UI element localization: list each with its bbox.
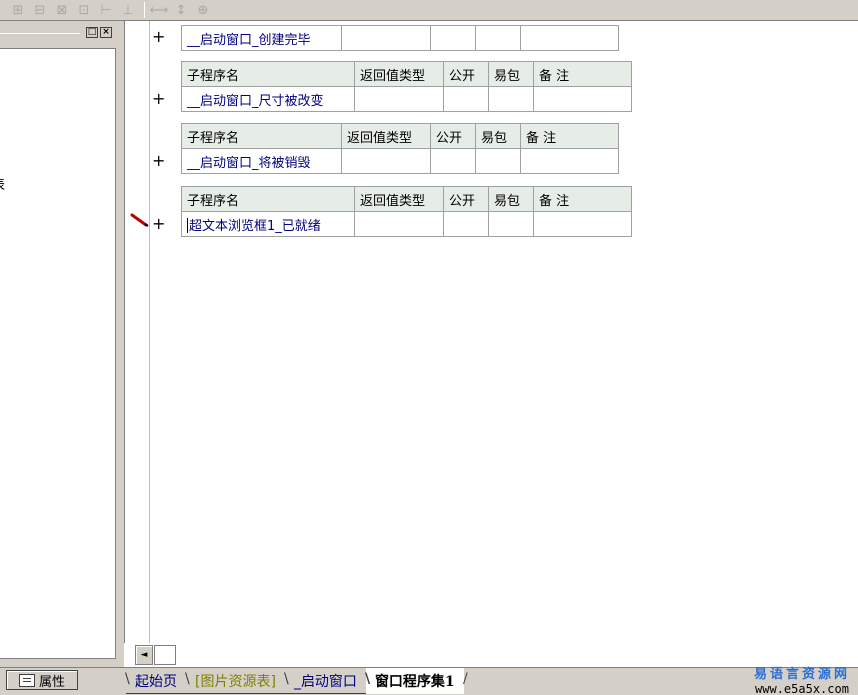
sub-name-text: 超文本浏览框1_已就绪 xyxy=(189,218,321,234)
watermark-name: 易语言资源网 xyxy=(753,667,850,682)
sub-table: 子程序名 返回值类型 公开 易包 备 注 __启动窗口_将被销毁 xyxy=(181,123,619,174)
easy-pack-cell[interactable] xyxy=(488,86,534,112)
equal-height-icon[interactable]: ⊥ xyxy=(118,1,138,19)
expand-plus-icon[interactable]: + xyxy=(152,91,165,107)
tab-startup-window[interactable]: _启动窗口 xyxy=(284,668,366,694)
expand-plus-icon[interactable]: + xyxy=(152,29,165,45)
toolbar: ⊞ ⊟ ⊠ ⊡ ⊢ ⊥ ⟷ ↕ ⊕ xyxy=(0,0,858,21)
equal-width-icon[interactable]: ⊢ xyxy=(96,1,116,19)
align-top-icon[interactable]: ⊠ xyxy=(52,1,72,19)
tab-window-assembly[interactable]: 窗口程序集1 xyxy=(365,668,467,694)
horizontal-scrollbar: ◄ xyxy=(124,643,858,667)
public-cell[interactable] xyxy=(430,148,476,174)
properties-label: 属性 xyxy=(38,674,65,690)
header-return-type: 返回值类型 xyxy=(354,186,444,212)
stretch-height-icon[interactable]: ↕ xyxy=(171,1,191,19)
sub-table: 子程序名 返回值类型 公开 易包 备 注 __启动窗口_尺寸被改变 xyxy=(181,61,632,112)
panel-cut-text: 表 xyxy=(0,174,5,193)
easy-pack-cell[interactable] xyxy=(488,211,534,237)
public-cell[interactable] xyxy=(443,86,489,112)
header-return-type: 返回值类型 xyxy=(354,61,444,87)
header-note: 备 注 xyxy=(520,123,619,149)
left-panel: □ × 表 xyxy=(0,21,124,667)
return-type-cell[interactable] xyxy=(354,211,444,237)
center-both-icon[interactable]: ⊕ xyxy=(193,1,213,19)
document-tabs: 起始页 [图片资源表] _启动窗口 窗口程序集1 xyxy=(125,668,467,695)
table-row[interactable]: __启动窗口_尺寸被改变 xyxy=(181,86,632,112)
close-icon[interactable]: × xyxy=(100,27,112,38)
note-cell[interactable] xyxy=(520,25,619,51)
return-type-cell[interactable] xyxy=(354,86,444,112)
sub-name-cell[interactable]: __启动窗口_将被销毁 xyxy=(181,148,342,174)
code-gutter xyxy=(124,21,150,643)
note-cell[interactable] xyxy=(533,86,632,112)
header-name: 子程序名 xyxy=(181,123,342,149)
properties-button[interactable]: 属性 xyxy=(6,670,78,690)
table-row[interactable]: __启动窗口_创建完毕 xyxy=(181,25,619,51)
align-right-icon[interactable]: ⊡ xyxy=(74,1,94,19)
header-public: 公开 xyxy=(443,61,489,87)
public-cell[interactable] xyxy=(443,211,489,237)
watermark-url: www.e5a5x.com xyxy=(755,682,849,695)
maximize-icon[interactable]: □ xyxy=(86,27,98,38)
easy-pack-cell[interactable] xyxy=(475,25,521,51)
table-row[interactable]: 超文本浏览框1_已就绪 xyxy=(181,211,632,237)
sub-table: __启动窗口_创建完毕 xyxy=(181,25,619,51)
header-return-type: 返回值类型 xyxy=(341,123,431,149)
sub-name-cell[interactable]: 超文本浏览框1_已就绪 xyxy=(181,211,355,237)
code-area[interactable]: __启动窗口_创建完毕 子程序名 返回值类型 公开 易包 备 注 __启动窗口_… xyxy=(151,21,858,643)
header-easy-pack: 易包 xyxy=(475,123,521,149)
table-header: 子程序名 返回值类型 公开 易包 备 注 xyxy=(181,186,632,212)
return-type-cell[interactable] xyxy=(341,148,431,174)
sub-name-cell[interactable]: __启动窗口_创建完毕 xyxy=(181,25,342,51)
panel-grip[interactable] xyxy=(0,33,80,34)
header-name: 子程序名 xyxy=(181,61,355,87)
bottom-tab-bar: 属性 起始页 [图片资源表] _启动窗口 窗口程序集1 易语言资源网 www.e… xyxy=(0,667,858,695)
easy-pack-cell[interactable] xyxy=(475,148,521,174)
text-caret xyxy=(187,217,188,233)
header-easy-pack: 易包 xyxy=(488,186,534,212)
stretch-width-icon[interactable]: ⟷ xyxy=(149,1,169,19)
panel-body: 表 xyxy=(0,48,116,659)
sub-name-cell[interactable]: __启动窗口_尺寸被改变 xyxy=(181,86,355,112)
align-left-icon[interactable]: ⊞ xyxy=(8,1,28,19)
align-center-icon[interactable]: ⊟ xyxy=(30,1,50,19)
header-easy-pack: 易包 xyxy=(488,61,534,87)
expand-plus-icon[interactable]: + xyxy=(152,216,165,232)
expand-plus-icon[interactable]: + xyxy=(152,153,165,169)
panel-header: □ × xyxy=(0,24,124,41)
tab-image-resources[interactable]: [图片资源表] xyxy=(185,668,285,694)
return-type-cell[interactable] xyxy=(341,25,431,51)
table-header: 子程序名 返回值类型 公开 易包 备 注 xyxy=(181,61,632,87)
scroll-left-button[interactable]: ◄ xyxy=(135,645,153,665)
sub-table: 子程序名 返回值类型 公开 易包 备 注 超文本浏览框1_已就绪 xyxy=(181,186,632,237)
properties-icon xyxy=(18,673,35,687)
public-cell[interactable] xyxy=(430,25,476,51)
header-note: 备 注 xyxy=(533,61,632,87)
note-cell[interactable] xyxy=(520,148,619,174)
header-name: 子程序名 xyxy=(181,186,355,212)
site-watermark: 易语言资源网 www.e5a5x.com xyxy=(754,668,850,695)
header-public: 公开 xyxy=(443,186,489,212)
note-cell[interactable] xyxy=(533,211,632,237)
tab-start-page[interactable]: 起始页 xyxy=(125,668,186,694)
header-note: 备 注 xyxy=(533,186,632,212)
current-line-pencil-icon xyxy=(130,213,149,227)
table-header: 子程序名 返回值类型 公开 易包 备 注 xyxy=(181,123,619,149)
scroll-track[interactable] xyxy=(154,645,176,665)
table-row[interactable]: __启动窗口_将被销毁 xyxy=(181,148,619,174)
toolbar-separator xyxy=(144,2,145,18)
header-public: 公开 xyxy=(430,123,476,149)
